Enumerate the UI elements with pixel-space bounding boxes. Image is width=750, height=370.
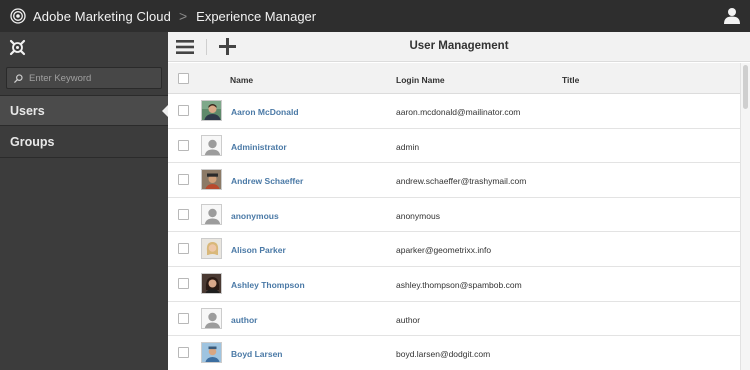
user-table: Aaron McDonald aaron.mcdonald@mailinator… (168, 94, 740, 370)
product-title[interactable]: Experience Manager (196, 9, 316, 24)
page-title: User Management (409, 40, 509, 52)
row-checkbox[interactable] (178, 243, 189, 255)
user-login: anonymous (396, 210, 440, 221)
table-row[interactable]: anonymous anonymous (168, 197, 740, 233)
user-login: aaron.mcdonald@mailinator.com (396, 107, 521, 117)
user-name-link[interactable]: Aaron McDonald (231, 107, 299, 117)
user-name-link[interactable]: author (231, 315, 257, 325)
table-row[interactable]: Andrew Schaeffer andrew.schaeffer@trashy… (168, 163, 740, 198)
default-avatar-icon (201, 307, 222, 329)
adobe-marketing-cloud-logo-icon[interactable] (10, 8, 26, 24)
user-login: admin (396, 141, 420, 152)
user-name-link[interactable]: Ashley Thompson (231, 280, 305, 290)
column-header-title[interactable]: Title (562, 75, 579, 85)
scrollbar-thumb[interactable] (743, 65, 748, 109)
brand-title[interactable]: Adobe Marketing Cloud (33, 9, 171, 24)
avatar (201, 169, 222, 191)
table-row[interactable]: Aaron McDonald aaron.mcdonald@mailinator… (168, 94, 740, 129)
main-content: User Management Name Login Name Title Aa… (168, 32, 750, 370)
default-avatar-icon (201, 134, 222, 156)
navigation-compass-icon[interactable] (8, 38, 27, 57)
vertical-scrollbar[interactable] (740, 63, 750, 370)
user-name-link[interactable]: Alison Parker (231, 245, 286, 255)
search-input[interactable] (29, 72, 161, 84)
table-row[interactable]: Boyd Larsen boyd.larsen@dodgit.com (168, 336, 740, 370)
sidebar: Users Groups (0, 32, 168, 370)
row-checkbox[interactable] (178, 277, 189, 289)
toolbar: User Management (168, 32, 750, 62)
user-name-link[interactable]: Administrator (231, 142, 287, 152)
user-login: boyd.larsen@dodgit.com (396, 349, 491, 360)
user-login: aparker@geometrixx.info (396, 245, 492, 256)
row-checkbox[interactable] (178, 312, 189, 324)
row-checkbox[interactable] (178, 139, 189, 151)
default-avatar-icon (201, 203, 222, 225)
sidebar-rail (0, 32, 168, 62)
row-checkbox[interactable] (178, 174, 189, 186)
sidebar-item-users[interactable]: Users (0, 95, 168, 126)
user-login: andrew.schaeffer@trashymail.com (396, 176, 527, 187)
user-login: author (396, 314, 421, 325)
row-checkbox[interactable] (178, 208, 189, 220)
select-all-checkbox[interactable] (178, 73, 189, 84)
table-row[interactable]: Alison Parker aparker@geometrixx.info (168, 232, 740, 267)
user-login: ashley.thompson@spambob.com (396, 279, 522, 290)
table-header: Name Login Name Title (168, 63, 740, 94)
column-header-name[interactable]: Name (230, 75, 253, 85)
user-name-link[interactable]: Boyd Larsen (231, 349, 283, 359)
top-bar: Adobe Marketing Cloud > Experience Manag… (0, 0, 750, 32)
sidebar-item-label: Groups (10, 135, 55, 149)
avatar (201, 238, 222, 260)
user-name-link[interactable]: Andrew Schaeffer (231, 176, 303, 186)
avatar (201, 100, 222, 121)
user-name-link[interactable]: anonymous (231, 211, 279, 221)
table-row[interactable]: Administrator admin (168, 128, 740, 164)
sidebar-item-label: Users (10, 103, 45, 118)
user-profile-icon[interactable] (724, 7, 740, 24)
avatar (201, 272, 222, 294)
row-checkbox[interactable] (178, 347, 189, 359)
table-row[interactable]: Ashley Thompson ashley.thompson@spambob.… (168, 266, 740, 302)
search-box (6, 67, 162, 89)
sidebar-item-groups[interactable]: Groups (0, 127, 168, 158)
table-row[interactable]: author author (168, 301, 740, 337)
breadcrumb-separator: > (178, 8, 188, 24)
row-checkbox[interactable] (178, 105, 189, 116)
search-icon (14, 73, 23, 83)
column-header-login[interactable]: Login Name (396, 75, 445, 85)
avatar (201, 342, 222, 364)
